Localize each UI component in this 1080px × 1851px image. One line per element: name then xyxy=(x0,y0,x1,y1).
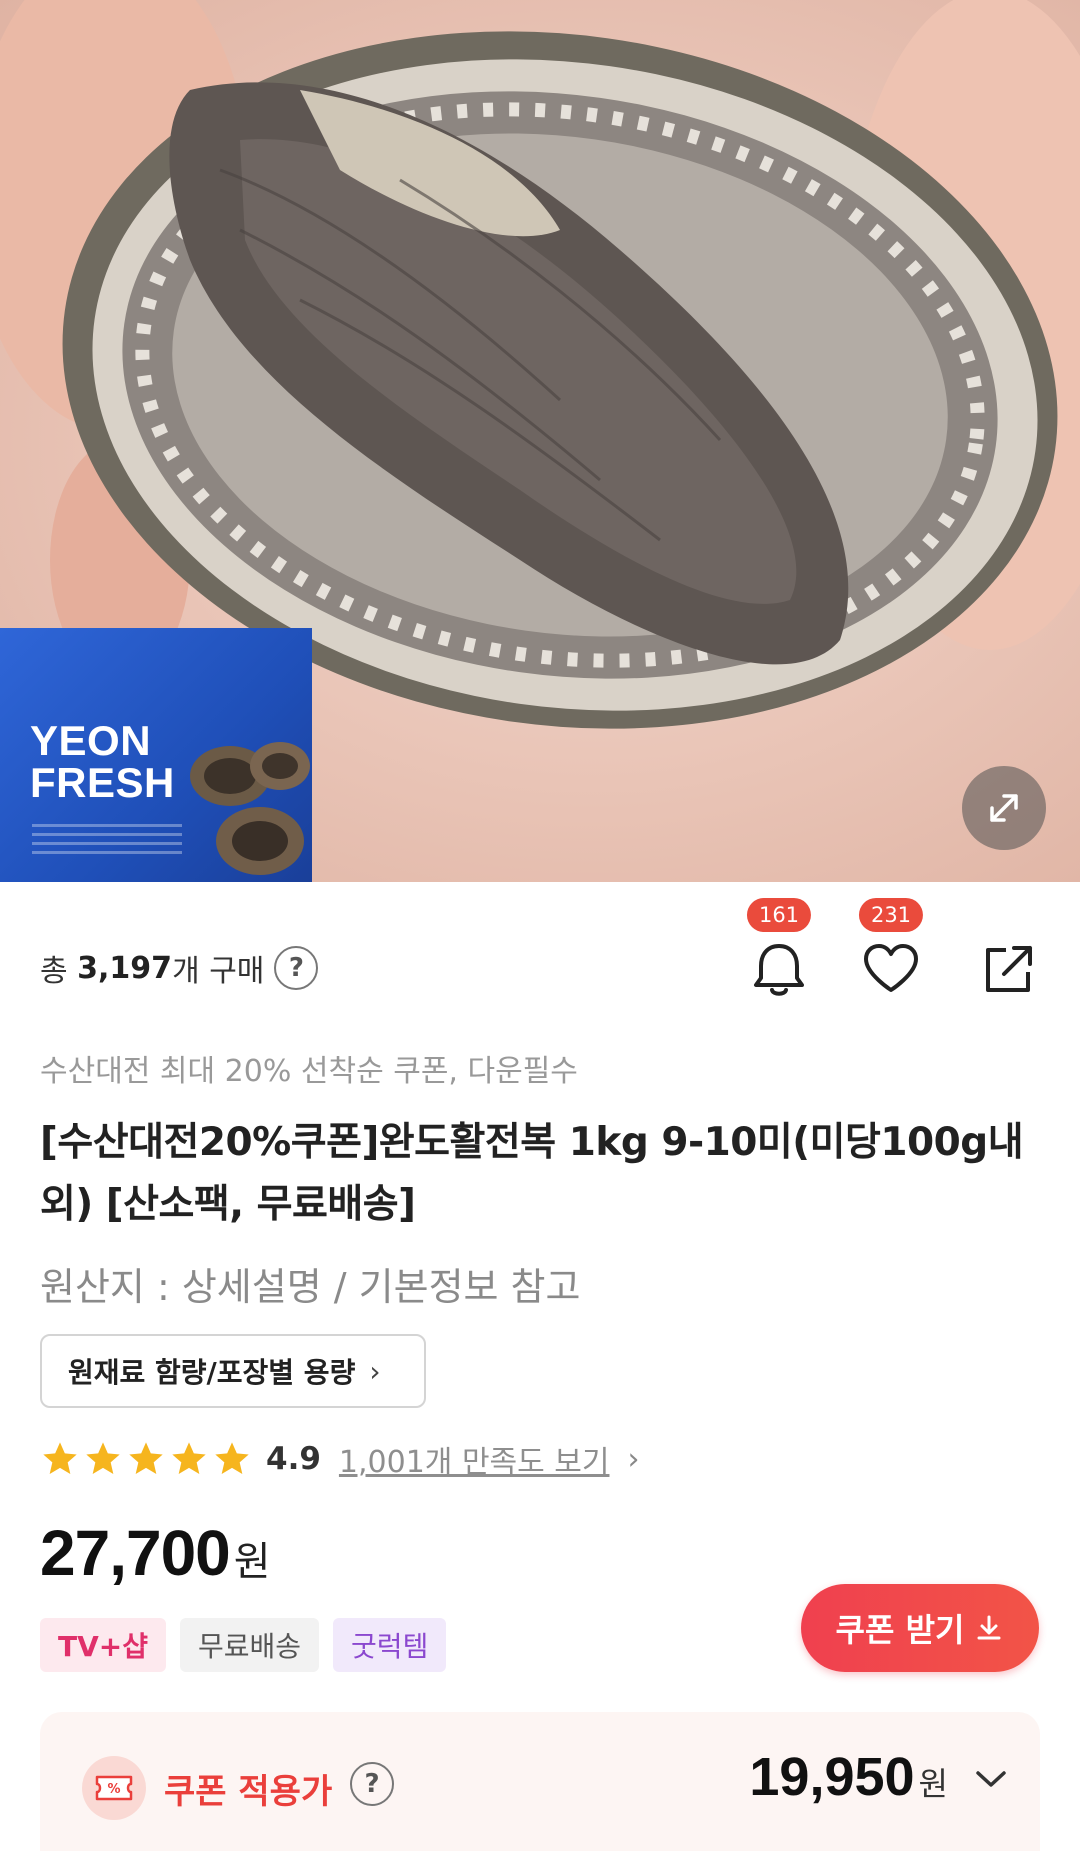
coupon-icon-text: % xyxy=(107,1782,120,1797)
price-amount: 27,700 xyxy=(40,1517,231,1589)
coupon-help-icon[interactable]: ? xyxy=(350,1762,394,1806)
review-link[interactable]: 1,001개 만족도 보기 xyxy=(339,1437,610,1481)
purchase-suffix: 개 구매 xyxy=(172,954,265,989)
package-brand-text: YEON FRESH xyxy=(30,717,175,806)
purchase-help-icon[interactable]: ? xyxy=(274,946,319,990)
coupon-price: 19,950 원 xyxy=(749,1746,948,1808)
expand-image-button[interactable] xyxy=(962,766,1046,850)
promo-line: 수산대전 최대 20% 선착순 쿠폰, 다운필수 xyxy=(40,1054,578,1089)
origin-text: 원산지 : 상세설명 / 기본정보 참고 xyxy=(40,1265,581,1309)
purchase-prefix: 총 xyxy=(40,954,68,989)
chevron-right-icon[interactable]: › xyxy=(627,1442,639,1477)
expand-icon xyxy=(990,794,1018,822)
product-image[interactable]: YEON FRESH xyxy=(0,0,1080,882)
star-icon xyxy=(43,1442,77,1474)
tag-free-shipping: 무료배송 xyxy=(180,1618,320,1672)
coupon-icon: % xyxy=(82,1756,146,1820)
ingredient-info-label: 원재료 함량/포장별 용량 xyxy=(68,1356,356,1389)
alert-button[interactable]: 161 xyxy=(744,898,814,1000)
ingredient-info-button[interactable]: 원재료 함량/포장별 용량 › xyxy=(40,1334,426,1408)
get-coupon-label: 쿠폰 받기 xyxy=(835,1611,965,1649)
star-icon xyxy=(129,1442,163,1474)
product-title: [수산대전20%쿠폰]완도활전복 1kg 9-10미(미당100g내외) [산소… xyxy=(40,1120,1024,1227)
rating-row: 4.9 1,001개 만족도 보기 › xyxy=(40,1434,639,1484)
package-fine-print xyxy=(32,824,182,854)
price-unit: 원 xyxy=(233,1539,271,1585)
product-tags: TV+샵 무료배송 굿럭템 xyxy=(40,1618,447,1672)
tag-good-luck: 굿럭템 xyxy=(333,1618,447,1672)
coupon-price-amount: 19,950 xyxy=(749,1747,915,1807)
abalone-shells-image xyxy=(190,742,310,875)
coupon-price-panel[interactable]: % 쿠폰 적용가 ? 19,950 원 xyxy=(40,1712,1040,1851)
alert-count-badge: 161 xyxy=(746,898,812,932)
get-coupon-button[interactable]: 쿠폰 받기 xyxy=(801,1584,1039,1672)
star-icon xyxy=(86,1442,120,1474)
bell-icon xyxy=(754,944,804,996)
share-icon xyxy=(986,946,1032,992)
chevron-down-icon[interactable] xyxy=(974,1768,1008,1790)
share-button[interactable] xyxy=(974,938,1044,1000)
coupon-price-label: 쿠폰 적용가 xyxy=(164,1772,333,1812)
wishlist-button[interactable]: 231 xyxy=(856,898,926,1000)
package-thumbnail: YEON FRESH xyxy=(0,628,312,882)
purchase-number: 3,197 xyxy=(77,950,173,986)
tag-tv-shop: TV+샵 xyxy=(40,1618,166,1672)
wish-count-badge: 231 xyxy=(858,898,924,932)
coupon-price-unit: 원 xyxy=(918,1765,948,1803)
chevron-right-icon: › xyxy=(369,1354,381,1388)
rating-score: 4.9 xyxy=(266,1441,321,1477)
price: 27,700 원 xyxy=(40,1516,271,1590)
star-icon xyxy=(215,1442,249,1474)
purchase-count: 총 3,197 개 구매 ? xyxy=(40,946,319,990)
star-rating xyxy=(40,1439,252,1479)
star-icon xyxy=(172,1442,206,1474)
download-icon xyxy=(977,1615,1001,1640)
heart-icon xyxy=(864,944,918,992)
